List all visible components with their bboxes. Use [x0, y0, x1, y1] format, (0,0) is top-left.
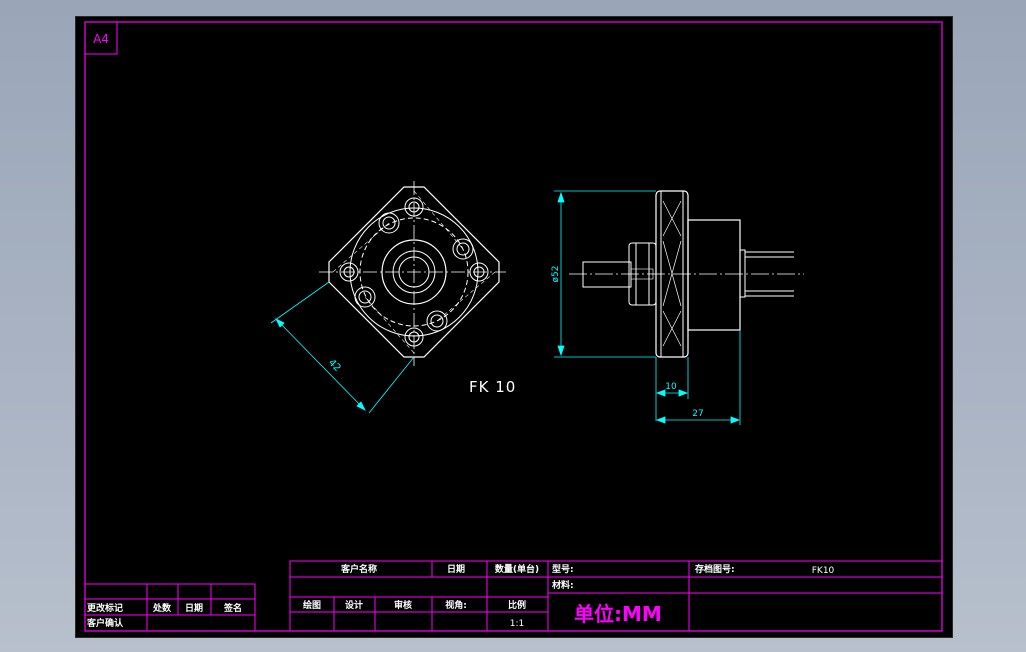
cad-drawing: A4 42 FK 10 ø52 10 27 更改标记 处数 日期 签名 客户确认… [84, 21, 943, 632]
sheet-size-label: A4 [93, 32, 109, 46]
revision-date: 日期 [185, 602, 203, 614]
dim52-arrow-bottom [557, 345, 565, 357]
title-unit: 单位:MM [574, 602, 662, 626]
dim52-arrow-top [557, 191, 565, 203]
dim52-text: ø52 [551, 266, 561, 283]
housing-collar [739, 249, 746, 298]
dim27-arrow-right [730, 416, 741, 424]
title-date: 日期 [447, 563, 465, 575]
title-quantity: 数量(单台) [495, 563, 539, 575]
dim42-line [275, 318, 366, 411]
title-review: 审核 [394, 599, 412, 611]
title-draw: 绘图 [303, 599, 321, 611]
housing-body [687, 219, 741, 331]
title-material: 材料: [551, 579, 574, 591]
title-storage-value: FK10 [812, 566, 835, 576]
bolt-head-nw [378, 212, 400, 234]
revision-count: 处数 [152, 602, 172, 614]
dim10-text: 10 [665, 382, 677, 392]
drawing-frame [84, 21, 943, 632]
dim42-extension-1 [270, 281, 330, 324]
dimension-42 [270, 281, 415, 414]
dim10-arrow-right [678, 389, 689, 397]
bolt-head-nw-inner [382, 216, 396, 230]
title-view-angle: 视角: [445, 599, 467, 611]
dim27-arrow-left [655, 416, 666, 424]
front-view [319, 181, 506, 366]
revision-change-mark: 更改标记 [87, 602, 123, 614]
title-ratio-value: 1:1 [510, 619, 524, 629]
side-view [569, 190, 804, 358]
bolt-head-sw [354, 286, 376, 308]
revision-sign: 签名 [223, 602, 242, 614]
title-storage-no: 存档图号: [695, 563, 735, 575]
dim10-arrow-left [655, 389, 666, 397]
dim42-text: 42 [326, 357, 343, 374]
part-label: FK 10 [469, 378, 516, 396]
title-customer-name: 客户名称 [340, 563, 377, 575]
shaft-end [582, 261, 632, 288]
revision-customer-confirm: 客户确认 [86, 617, 124, 629]
title-model-no: 型号: [552, 563, 574, 575]
title-ratio: 比例 [508, 599, 526, 611]
title-design: 设计 [345, 599, 363, 611]
dim27-text: 27 [692, 409, 703, 419]
dim42-extension-2 [368, 356, 415, 414]
drawing-sheet: A4 42 FK 10 ø52 10 27 更改标记 处数 日期 签名 客户确认… [75, 16, 953, 638]
bolt-head-sw-inner [358, 290, 372, 304]
